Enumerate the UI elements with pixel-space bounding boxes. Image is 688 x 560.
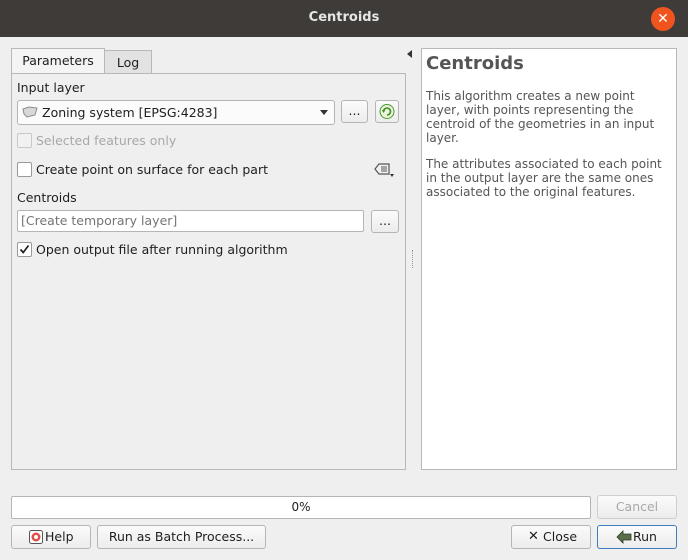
window-close-button[interactable]: ✕ xyxy=(651,7,675,31)
output-layer-input[interactable] xyxy=(17,210,364,232)
progress-bar: 0% xyxy=(11,496,591,519)
input-layer-value: Zoning system [EPSG:4283] xyxy=(42,105,218,120)
run-button-label: Run xyxy=(633,529,657,544)
chevron-down-icon xyxy=(320,110,328,115)
selected-features-label: Selected features only xyxy=(36,133,177,148)
input-layer-combo[interactable]: Zoning system [EPSG:4283] xyxy=(17,100,335,125)
output-browse-button[interactable]: ... xyxy=(371,210,399,233)
close-icon: ✕ xyxy=(528,529,539,544)
collapse-panel-icon[interactable] xyxy=(407,50,412,58)
open-output-checkbox[interactable] xyxy=(17,242,32,257)
splitter-handle[interactable] xyxy=(412,250,415,268)
help-title: Centroids xyxy=(426,53,524,74)
help-button-label: Help xyxy=(45,529,74,544)
run-button[interactable]: Run xyxy=(597,525,677,549)
help-description: This algorithm creates a new point layer… xyxy=(426,89,655,145)
polygon-layer-icon xyxy=(22,106,38,118)
close-button-label: Close xyxy=(543,529,578,544)
title-bar: Centroids ✕ xyxy=(0,0,688,37)
refresh-icon xyxy=(379,104,395,119)
open-output-label: Open output file after running algorithm xyxy=(36,242,288,257)
run-batch-button[interactable]: Run as Batch Process... xyxy=(97,525,266,549)
point-on-surface-checkbox[interactable] xyxy=(17,162,32,177)
centroids-output-label: Centroids xyxy=(17,190,77,205)
input-layer-browse-button[interactable]: ... xyxy=(341,100,368,123)
tab-parameters[interactable]: Parameters xyxy=(11,48,105,75)
help-panel: Centroids This algorithm creates a new p… xyxy=(421,48,677,470)
tab-log[interactable]: Log xyxy=(104,50,152,75)
help-attributes-note: The attributes associated to each point … xyxy=(426,157,662,199)
cancel-button[interactable]: Cancel xyxy=(597,495,677,519)
point-on-surface-label: Create point on surface for each part xyxy=(36,162,268,177)
input-layer-label: Input layer xyxy=(17,80,85,95)
help-lifebuoy-icon xyxy=(29,530,43,544)
help-button[interactable]: Help xyxy=(11,525,91,549)
window-title: Centroids xyxy=(308,10,380,25)
progress-text: 0% xyxy=(291,500,311,514)
close-button[interactable]: ✕ Close xyxy=(511,525,591,549)
data-defined-override-icon[interactable] xyxy=(372,161,396,179)
selected-features-checkbox[interactable] xyxy=(17,133,32,148)
run-gear-icon xyxy=(616,530,632,544)
iterate-layer-button[interactable] xyxy=(375,100,399,123)
checkmark-icon xyxy=(19,244,30,254)
